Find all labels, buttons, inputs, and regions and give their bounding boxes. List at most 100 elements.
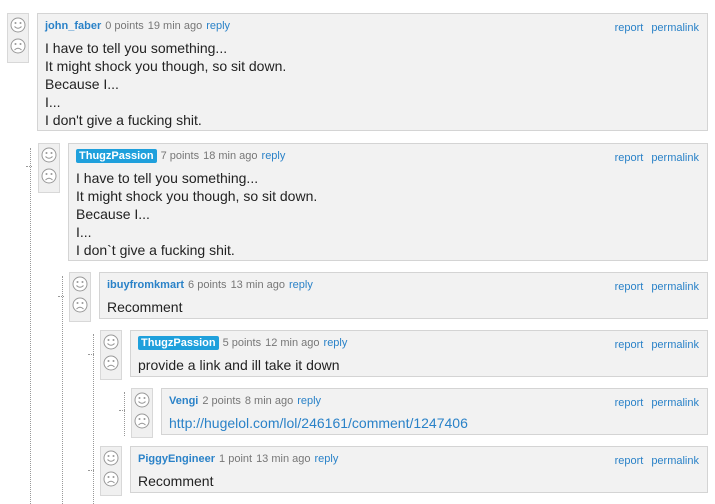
points: 6 points [188,279,227,291]
permalink-link[interactable]: permalink [651,339,699,351]
comment-line: I... [76,224,92,240]
smile-icon[interactable] [41,147,57,163]
smile-icon[interactable] [10,17,26,33]
comment-line: Because I... [76,206,150,222]
comment-meta: Vengi 2 points 8 min ago reply [169,395,321,407]
comment-link[interactable]: http://hugelol.com/lol/246161/comment/12… [169,414,468,432]
comment: ThugzPassion 5 points 12 min ago reply repo… [130,330,708,377]
smile-icon[interactable] [72,276,88,292]
points: 7 points [160,150,200,162]
username[interactable]: ibuyfromkmart [107,279,184,291]
comment-line: Recomment [107,299,183,315]
comment: PiggyEngineer 1 point 13 min ago reply repo… [130,446,708,493]
reply-link[interactable]: reply [315,453,339,465]
permalink-link[interactable]: permalink [651,397,699,409]
comment-actions: report permalink [607,152,699,164]
report-link[interactable]: report [615,152,644,164]
comment-line: Recomment [138,473,214,489]
comment-body: I have to tell you something... It might… [45,39,286,129]
comment-line: I have to tell you something... [76,170,259,186]
thread-line [58,296,64,297]
comment-line: I have to tell you something... [45,40,228,56]
comment: john_faber 0 points 19 min ago reply report… [37,13,708,131]
reply-link[interactable]: reply [324,337,348,349]
frown-icon[interactable] [10,38,26,54]
report-link[interactable]: report [615,281,644,293]
comment-body: I have to tell you something... It might… [76,169,317,259]
timestamp: 8 min ago [244,395,294,407]
smile-icon[interactable] [103,334,119,350]
timestamp: 19 min ago [147,20,203,32]
thread-line [88,470,94,471]
report-link[interactable]: report [615,339,644,351]
permalink-link[interactable]: permalink [651,281,699,293]
comment-line: I... [45,94,61,110]
comment-line: It might shock you though, so sit down. [45,58,287,74]
username[interactable]: PiggyEngineer [138,453,215,465]
reply-link[interactable]: reply [297,395,321,407]
comment: ThugzPassion 7 points 18 min ago reply repo… [68,143,708,261]
report-link[interactable]: report [615,397,644,409]
frown-icon[interactable] [41,168,57,184]
timestamp: 18 min ago [203,150,258,162]
frown-icon[interactable] [103,471,119,487]
username[interactable]: john_faber [45,20,101,32]
frown-icon[interactable] [72,297,88,313]
comment-meta: PiggyEngineer 1 point 13 min ago reply [138,453,338,465]
frown-icon[interactable] [103,355,119,371]
permalink-link[interactable]: permalink [651,152,699,164]
smile-icon[interactable] [134,392,150,408]
vote-column [7,13,29,63]
report-link[interactable]: report [615,22,644,34]
thread-line [124,392,125,436]
comment-body: http://hugelol.com/lol/246161/comment/12… [169,414,468,432]
vote-column [131,388,153,438]
timestamp: 12 min ago [265,337,320,349]
reply-link[interactable]: reply [289,279,313,291]
comment-line: It might shock you though, so sit down. [76,188,318,204]
points: 0 points [105,20,144,32]
reply-link[interactable]: reply [206,20,230,32]
smile-icon[interactable] [103,450,119,466]
comment-body: provide a link and ill take it down [138,356,340,374]
comment: Vengi 2 points 8 min ago reply report permal… [161,388,708,435]
comment-actions: report permalink [607,397,699,409]
report-link[interactable]: report [615,455,644,467]
comment-meta: ibuyfromkmart 6 points 13 min ago reply [107,279,313,291]
comment-actions: report permalink [607,339,699,351]
comment-meta: ThugzPassion 7 points 18 min ago reply [76,149,286,163]
thread-line [30,148,31,504]
comment-line: I don't give a fucking shit. [45,112,202,128]
username[interactable]: Vengi [169,395,198,407]
points: 5 points [222,337,262,349]
permalink-link[interactable]: permalink [651,22,699,34]
comment-line: Because I... [45,76,119,92]
comment-actions: report permalink [607,281,699,293]
vote-column [100,330,122,380]
points: 2 points [202,395,241,407]
thread-line [119,410,125,411]
comment-line: provide a link and ill take it down [138,357,340,373]
points: 1 point [219,453,253,465]
timestamp: 13 min ago [230,279,285,291]
username[interactable]: ThugzPassion [76,149,157,163]
thread-line [26,166,32,167]
permalink-link[interactable]: permalink [651,455,699,467]
reply-link[interactable]: reply [262,150,286,162]
vote-column [38,143,60,193]
thread-line [62,276,63,504]
comment-actions: report permalink [607,455,699,467]
comment: ibuyfromkmart 6 points 13 min ago reply rep… [99,272,708,319]
comment-meta: john_faber 0 points 19 min ago reply [45,20,230,32]
vote-column [100,446,122,496]
comment-body: Recomment [138,472,213,490]
comment-line: I don`t give a fucking shit. [76,242,235,258]
comment-body: Recomment [107,298,182,316]
comment-actions: report permalink [607,22,699,34]
vote-column [69,272,91,322]
thread-line [93,334,94,504]
frown-icon[interactable] [134,413,150,429]
comment-meta: ThugzPassion 5 points 12 min ago reply [138,336,348,350]
username[interactable]: ThugzPassion [138,336,219,350]
thread-line [88,354,94,355]
